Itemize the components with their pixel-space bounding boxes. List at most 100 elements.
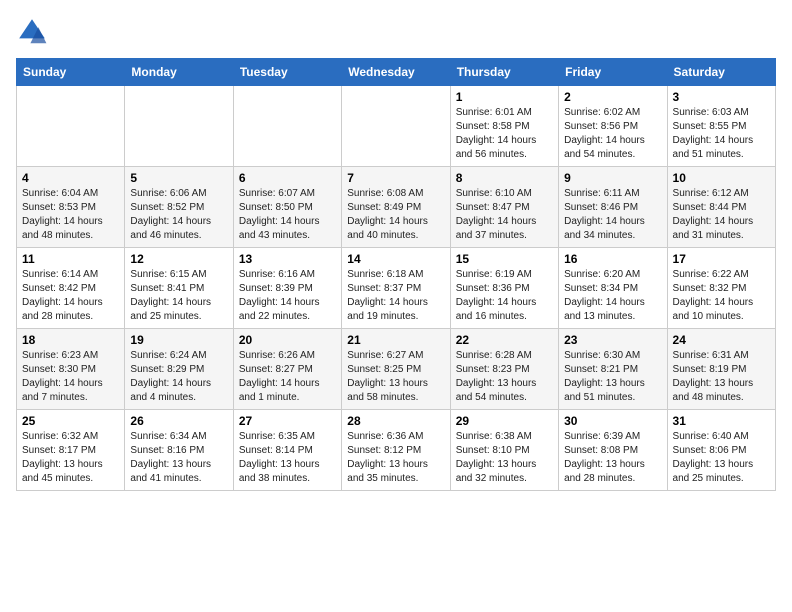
day-number: 26	[130, 414, 227, 428]
day-info: Sunrise: 6:40 AM Sunset: 8:06 PM Dayligh…	[673, 430, 770, 486]
day-number: 16	[564, 252, 661, 266]
day-info: Sunrise: 6:39 AM Sunset: 8:08 PM Dayligh…	[564, 430, 661, 486]
day-number: 11	[22, 252, 119, 266]
calendar-day-cell: 28 Sunrise: 6:36 AM Sunset: 8:12 PM Dayli…	[342, 410, 450, 491]
day-info: Sunrise: 6:20 AM Sunset: 8:34 PM Dayligh…	[564, 268, 661, 324]
calendar-day-cell: 12 Sunrise: 6:15 AM Sunset: 8:41 PM Dayli…	[125, 248, 233, 329]
day-number: 6	[239, 171, 336, 185]
day-number: 25	[22, 414, 119, 428]
day-info: Sunrise: 6:11 AM Sunset: 8:46 PM Dayligh…	[564, 187, 661, 243]
calendar-day-cell: 23 Sunrise: 6:30 AM Sunset: 8:21 PM Dayli…	[559, 329, 667, 410]
day-number: 14	[347, 252, 444, 266]
weekday-header: Wednesday	[342, 59, 450, 86]
calendar-day-cell: 25 Sunrise: 6:32 AM Sunset: 8:17 PM Dayli…	[17, 410, 125, 491]
day-info: Sunrise: 6:28 AM Sunset: 8:23 PM Dayligh…	[456, 349, 553, 405]
calendar-day-cell	[233, 86, 341, 167]
day-info: Sunrise: 6:03 AM Sunset: 8:55 PM Dayligh…	[673, 106, 770, 162]
day-number: 8	[456, 171, 553, 185]
weekday-header: Thursday	[450, 59, 558, 86]
calendar-header: SundayMondayTuesdayWednesdayThursdayFrid…	[17, 59, 776, 86]
day-number: 4	[22, 171, 119, 185]
calendar-day-cell: 31 Sunrise: 6:40 AM Sunset: 8:06 PM Dayli…	[667, 410, 775, 491]
day-info: Sunrise: 6:27 AM Sunset: 8:25 PM Dayligh…	[347, 349, 444, 405]
day-number: 30	[564, 414, 661, 428]
calendar-day-cell: 1 Sunrise: 6:01 AM Sunset: 8:58 PM Daylig…	[450, 86, 558, 167]
day-number: 10	[673, 171, 770, 185]
header-row: SundayMondayTuesdayWednesdayThursdayFrid…	[17, 59, 776, 86]
calendar-day-cell: 2Sunrise: 6:02 AM Sunset: 8:56 PM Daylig…	[559, 86, 667, 167]
day-info: Sunrise: 6:14 AM Sunset: 8:42 PM Dayligh…	[22, 268, 119, 324]
calendar-day-cell: 7Sunrise: 6:08 AM Sunset: 8:49 PM Daylig…	[342, 167, 450, 248]
day-number: 31	[673, 414, 770, 428]
day-info: Sunrise: 6:35 AM Sunset: 8:14 PM Dayligh…	[239, 430, 336, 486]
calendar-week-row: 1 Sunrise: 6:01 AM Sunset: 8:58 PM Daylig…	[17, 86, 776, 167]
calendar-day-cell	[342, 86, 450, 167]
calendar-week-row: 18 Sunrise: 6:23 AM Sunset: 8:30 PM Dayli…	[17, 329, 776, 410]
calendar-week-row: 11 Sunrise: 6:14 AM Sunset: 8:42 PM Dayli…	[17, 248, 776, 329]
logo-icon	[16, 16, 48, 48]
day-number: 22	[456, 333, 553, 347]
calendar-day-cell: 5 Sunrise: 6:06 AM Sunset: 8:52 PM Daylig…	[125, 167, 233, 248]
day-info: Sunrise: 6:24 AM Sunset: 8:29 PM Dayligh…	[130, 349, 227, 405]
day-info: Sunrise: 6:30 AM Sunset: 8:21 PM Dayligh…	[564, 349, 661, 405]
day-info: Sunrise: 6:19 AM Sunset: 8:36 PM Dayligh…	[456, 268, 553, 324]
day-info: Sunrise: 6:01 AM Sunset: 8:58 PM Dayligh…	[456, 106, 553, 162]
calendar-day-cell: 13Sunrise: 6:16 AM Sunset: 8:39 PM Dayli…	[233, 248, 341, 329]
day-info: Sunrise: 6:12 AM Sunset: 8:44 PM Dayligh…	[673, 187, 770, 243]
logo	[16, 16, 52, 48]
day-number: 9	[564, 171, 661, 185]
day-info: Sunrise: 6:23 AM Sunset: 8:30 PM Dayligh…	[22, 349, 119, 405]
day-number: 12	[130, 252, 227, 266]
day-info: Sunrise: 6:15 AM Sunset: 8:41 PM Dayligh…	[130, 268, 227, 324]
calendar-day-cell	[17, 86, 125, 167]
calendar-week-row: 25 Sunrise: 6:32 AM Sunset: 8:17 PM Dayli…	[17, 410, 776, 491]
calendar-day-cell: 17Sunrise: 6:22 AM Sunset: 8:32 PM Dayli…	[667, 248, 775, 329]
calendar-day-cell: 10 Sunrise: 6:12 AM Sunset: 8:44 PM Dayli…	[667, 167, 775, 248]
day-info: Sunrise: 6:38 AM Sunset: 8:10 PM Dayligh…	[456, 430, 553, 486]
calendar-day-cell: 4 Sunrise: 6:04 AM Sunset: 8:53 PM Daylig…	[17, 167, 125, 248]
day-number: 17	[673, 252, 770, 266]
day-info: Sunrise: 6:04 AM Sunset: 8:53 PM Dayligh…	[22, 187, 119, 243]
day-number: 21	[347, 333, 444, 347]
day-number: 1	[456, 90, 553, 104]
day-info: Sunrise: 6:16 AM Sunset: 8:39 PM Dayligh…	[239, 268, 336, 324]
calendar-day-cell: 3 Sunrise: 6:03 AM Sunset: 8:55 PM Daylig…	[667, 86, 775, 167]
day-info: Sunrise: 6:26 AM Sunset: 8:27 PM Dayligh…	[239, 349, 336, 405]
day-info: Sunrise: 6:06 AM Sunset: 8:52 PM Dayligh…	[130, 187, 227, 243]
calendar-day-cell: 14 Sunrise: 6:18 AM Sunset: 8:37 PM Dayli…	[342, 248, 450, 329]
calendar-day-cell: 16 Sunrise: 6:20 AM Sunset: 8:34 PM Dayli…	[559, 248, 667, 329]
day-number: 28	[347, 414, 444, 428]
day-number: 3	[673, 90, 770, 104]
weekday-header: Monday	[125, 59, 233, 86]
calendar-day-cell: 11 Sunrise: 6:14 AM Sunset: 8:42 PM Dayli…	[17, 248, 125, 329]
day-number: 2	[564, 90, 661, 104]
day-number: 15	[456, 252, 553, 266]
calendar-body: 1 Sunrise: 6:01 AM Sunset: 8:58 PM Daylig…	[17, 86, 776, 491]
calendar-day-cell: 9 Sunrise: 6:11 AM Sunset: 8:46 PM Daylig…	[559, 167, 667, 248]
day-number: 27	[239, 414, 336, 428]
weekday-header: Tuesday	[233, 59, 341, 86]
day-info: Sunrise: 6:34 AM Sunset: 8:16 PM Dayligh…	[130, 430, 227, 486]
day-number: 23	[564, 333, 661, 347]
calendar-day-cell: 6Sunrise: 6:07 AM Sunset: 8:50 PM Daylig…	[233, 167, 341, 248]
day-info: Sunrise: 6:31 AM Sunset: 8:19 PM Dayligh…	[673, 349, 770, 405]
calendar-day-cell: 19 Sunrise: 6:24 AM Sunset: 8:29 PM Dayli…	[125, 329, 233, 410]
day-number: 24	[673, 333, 770, 347]
weekday-header: Saturday	[667, 59, 775, 86]
day-number: 5	[130, 171, 227, 185]
calendar-day-cell: 29Sunrise: 6:38 AM Sunset: 8:10 PM Dayli…	[450, 410, 558, 491]
day-number: 18	[22, 333, 119, 347]
day-info: Sunrise: 6:32 AM Sunset: 8:17 PM Dayligh…	[22, 430, 119, 486]
day-info: Sunrise: 6:18 AM Sunset: 8:37 PM Dayligh…	[347, 268, 444, 324]
day-number: 19	[130, 333, 227, 347]
calendar-day-cell: 27 Sunrise: 6:35 AM Sunset: 8:14 PM Dayli…	[233, 410, 341, 491]
calendar-week-row: 4 Sunrise: 6:04 AM Sunset: 8:53 PM Daylig…	[17, 167, 776, 248]
day-info: Sunrise: 6:10 AM Sunset: 8:47 PM Dayligh…	[456, 187, 553, 243]
weekday-header: Sunday	[17, 59, 125, 86]
calendar-day-cell: 22 Sunrise: 6:28 AM Sunset: 8:23 PM Dayli…	[450, 329, 558, 410]
calendar-day-cell: 30 Sunrise: 6:39 AM Sunset: 8:08 PM Dayli…	[559, 410, 667, 491]
day-info: Sunrise: 6:36 AM Sunset: 8:12 PM Dayligh…	[347, 430, 444, 486]
day-info: Sunrise: 6:08 AM Sunset: 8:49 PM Dayligh…	[347, 187, 444, 243]
calendar-day-cell: 8 Sunrise: 6:10 AM Sunset: 8:47 PM Daylig…	[450, 167, 558, 248]
calendar-table: SundayMondayTuesdayWednesdayThursdayFrid…	[16, 58, 776, 491]
